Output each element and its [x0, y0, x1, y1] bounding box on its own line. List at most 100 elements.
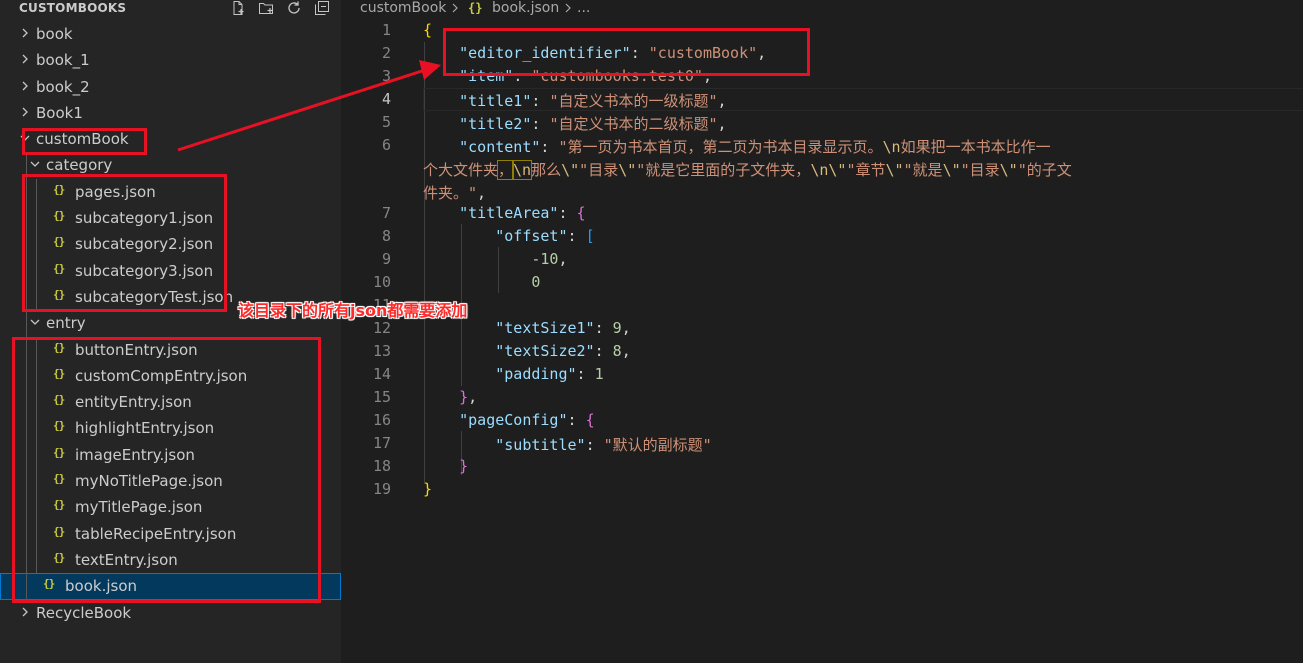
tree-file[interactable]: {} buttonEntry.json [0, 337, 341, 363]
tree-file[interactable]: {} entityEntry.json [0, 389, 341, 415]
chevron-right-icon[interactable] [19, 80, 31, 92]
code-token: { [423, 21, 433, 39]
tree-item-label: subcategory1.json [75, 209, 214, 228]
tree-item-label: buttonEntry.json [75, 340, 198, 359]
tree-item-label: myNoTitlePage.json [75, 472, 223, 491]
line-number: 3 [381, 67, 391, 85]
json-string: "章节 [846, 161, 886, 179]
tree-item-label: textEntry.json [75, 550, 178, 569]
code-line: 10 0 [341, 273, 1303, 296]
breadcrumb-separator-icon [563, 0, 573, 20]
escape-sequence: \" [942, 161, 961, 179]
tree-file[interactable]: {} customCompEntry.json [0, 363, 341, 389]
escape-sequence: \" [828, 161, 847, 179]
json-file-icon: {} [53, 182, 65, 196]
json-key: "pageConfig" [459, 411, 568, 429]
json-file-icon: {} [53, 235, 65, 249]
tree-file[interactable]: {} subcategory3.json [0, 258, 341, 284]
explorer-header: CUSTOMBOOKS [0, 0, 341, 18]
line-number: 2 [381, 44, 391, 62]
json-file-icon: {} [53, 445, 65, 459]
tree-folder[interactable]: category [0, 152, 341, 178]
tree-folder[interactable]: book [0, 21, 341, 47]
chevron-right-icon[interactable] [19, 606, 31, 618]
code-line: 8 "offset": [ [341, 227, 1303, 250]
line-number: 13 [372, 342, 391, 360]
collapse-all-icon[interactable] [314, 0, 332, 18]
tree-file[interactable]: {} textEntry.json [0, 547, 341, 573]
tree-folder[interactable]: book_2 [0, 74, 341, 100]
line-number: 9 [381, 250, 391, 268]
tree-file[interactable]: {} book.json [0, 573, 341, 600]
escape-sequence: \n [810, 161, 829, 179]
tree-folder[interactable]: customBook [0, 126, 341, 152]
line-number: 6 [381, 136, 391, 154]
line-number: 15 [372, 388, 391, 406]
json-key: "padding" [495, 365, 577, 383]
code-line: 2 "editor_identifier": "customBook", [341, 44, 1303, 67]
tree-item-label: entry [46, 314, 86, 333]
code-line: 14 "padding": 1 [341, 365, 1303, 388]
tree-file[interactable]: {} highlightEntry.json [0, 415, 341, 441]
breadcrumb-file[interactable]: book.json [492, 0, 559, 16]
tree-folder[interactable]: book_1 [0, 47, 341, 73]
chevron-right-icon[interactable] [19, 106, 31, 118]
tree-file[interactable]: {} imageEntry.json [0, 442, 341, 468]
tree-file[interactable]: {} pages.json [0, 179, 341, 205]
json-number: 1 [594, 365, 604, 383]
tree-folder[interactable]: Book1 [0, 100, 341, 126]
explorer-title: CUSTOMBOOKS [19, 1, 127, 15]
new-folder-icon[interactable] [258, 0, 276, 18]
json-number: 8 [612, 342, 622, 360]
tree-indent-guide [36, 336, 37, 574]
line-number: 14 [372, 365, 391, 383]
tree-file[interactable]: {} myNoTitlePage.json [0, 468, 341, 494]
chevron-down-icon[interactable] [29, 158, 41, 170]
tree-item-label: book_1 [36, 51, 90, 70]
json-string: "自定义书本的一级标题" [549, 92, 718, 110]
json-key: "textSize1" [495, 319, 595, 337]
json-key: "subtitle" [495, 436, 586, 454]
json-number: 0 [531, 273, 541, 291]
annotation-note: 该目录下的所有json都需要添加 [238, 301, 468, 320]
tree-file[interactable]: {} subcategory2.json [0, 231, 341, 257]
tree-item-label: RecycleBook [36, 603, 132, 622]
new-file-icon[interactable] [230, 0, 248, 18]
json-file-icon: {} [53, 472, 65, 486]
json-string: 件夹。" [423, 184, 478, 202]
escape-sequence: \n [512, 160, 533, 180]
json-key: "item" [459, 67, 514, 85]
code-token: } [423, 480, 433, 498]
tree-file[interactable]: {} subcategory1.json [0, 205, 341, 231]
code-line: 5 "title2": "自定义书本的二级标题", [341, 113, 1303, 136]
breadcrumb-folder[interactable]: customBook [360, 0, 446, 16]
json-file-icon: {} [53, 419, 65, 433]
json-file-icon: {} [53, 366, 65, 380]
line-number: 12 [372, 319, 391, 337]
chevron-right-icon[interactable] [19, 53, 31, 65]
line-number: 17 [372, 434, 391, 452]
code-line: 个大文件夹，\n那么\""目录\""就是它里面的子文件夹，\n\""章节\""就… [341, 159, 1303, 182]
chevron-down-icon[interactable] [19, 132, 31, 144]
breadcrumb: customBook {} book.json ... [341, 0, 1303, 18]
tree-file[interactable]: {} tableRecipeEntry.json [0, 521, 341, 547]
json-key: "editor_identifier" [459, 44, 631, 62]
chevron-right-icon[interactable] [19, 27, 31, 39]
chevron-down-icon[interactable] [29, 316, 41, 328]
json-file-icon: {} [53, 524, 65, 538]
json-key: "offset" [495, 227, 568, 245]
code-line: 15 }, [341, 388, 1303, 411]
tree-file[interactable]: {} myTitlePage.json [0, 494, 341, 520]
tree-folder[interactable]: RecycleBook [0, 600, 341, 626]
json-string: "自定义书本的二级标题" [549, 115, 718, 133]
tree-item-label: imageEntry.json [75, 445, 195, 464]
refresh-icon[interactable] [286, 0, 304, 18]
code-line: 12 "textSize1": 9, [341, 319, 1303, 342]
line-number: 18 [372, 457, 391, 475]
breadcrumb-ellipsis[interactable]: ... [577, 0, 590, 16]
tree-item-label: myTitlePage.json [75, 498, 203, 517]
json-string: "就是它里面的子文件夹， [636, 161, 811, 179]
json-string: "就是 [903, 161, 943, 179]
json-string: 个大文件夹 [423, 161, 499, 179]
tree-indent-guide [26, 152, 27, 600]
